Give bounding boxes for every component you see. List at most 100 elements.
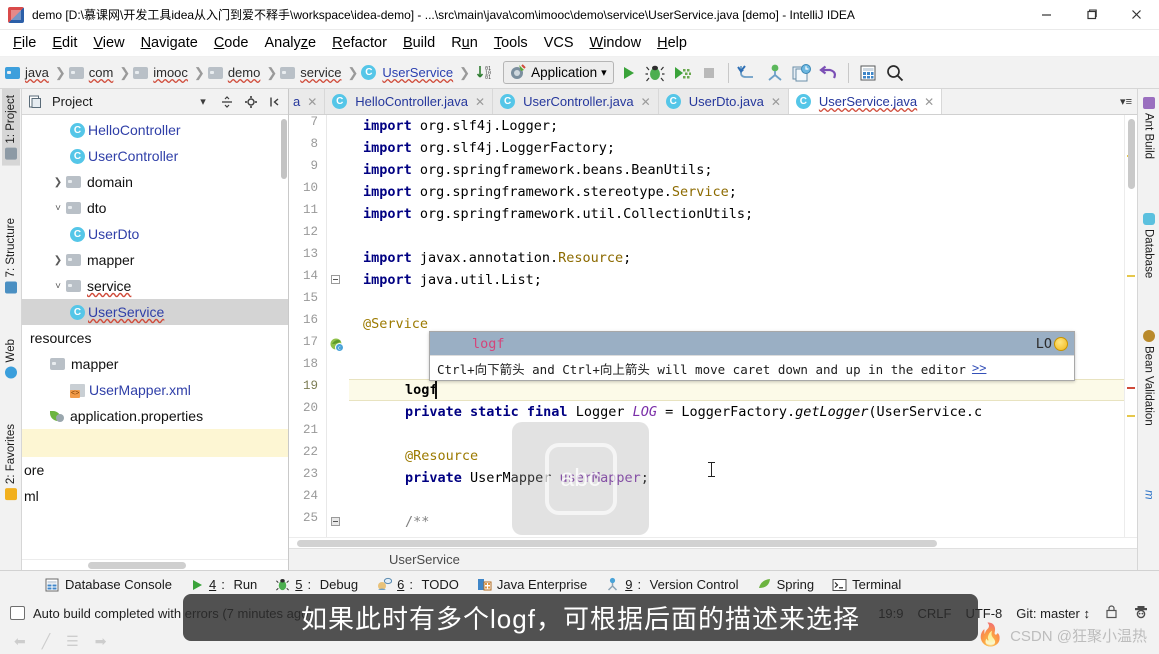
tree-item-usermapper-xml[interactable]: UserMapper.xml	[22, 377, 288, 403]
editor-gutter[interactable]: 7 8 9 10 11 12 13 14 15 16 17 18 19 20 2…	[289, 115, 327, 537]
sidebar-item-maven[interactable]: m	[1140, 484, 1158, 506]
close-icon[interactable]: ✕	[307, 95, 317, 109]
breadcrumb-imooc[interactable]: imooc	[132, 65, 192, 80]
menu-help[interactable]: Help	[650, 33, 694, 53]
close-icon[interactable]: ✕	[924, 95, 934, 109]
toolwindow-run[interactable]: 4: Run	[190, 577, 257, 592]
update-project-icon[interactable]	[735, 60, 761, 86]
stop-icon[interactable]	[696, 60, 722, 86]
editor-marker-column[interactable]	[1124, 115, 1137, 537]
menu-analyze[interactable]: Analyze	[258, 33, 324, 53]
rollback-icon[interactable]	[816, 60, 842, 86]
tree-item-service[interactable]: ˅ service	[22, 273, 288, 299]
expand-arrow-icon[interactable]: ❯	[50, 177, 66, 188]
toolwindow-debug[interactable]: 5: Debug	[275, 577, 358, 592]
tree-item-application-properties[interactable]: application.properties	[22, 403, 288, 429]
breadcrumb-com[interactable]: com	[68, 65, 118, 80]
spring-bean-gutter-icon[interactable]: c	[329, 337, 345, 358]
git-branch[interactable]: Git: master ↕	[1016, 606, 1090, 621]
tree-item-userservice[interactable]: C UserService	[22, 299, 288, 325]
tree-item-highlight-row[interactable]	[22, 429, 288, 457]
toolwindow-java-enterprise[interactable]: Java Enterprise	[477, 577, 587, 592]
menu-vcs[interactable]: VCS	[537, 33, 581, 53]
tree-item-mapper[interactable]: ❯ mapper	[22, 247, 288, 273]
breadcrumb-userservice[interactable]: C UserService	[360, 65, 457, 80]
breadcrumb-service[interactable]: service	[279, 65, 345, 80]
forward-arrow-icon[interactable]: ➡	[95, 633, 107, 650]
tree-item-ml[interactable]: ml	[22, 483, 288, 509]
tree-item-usercontroller[interactable]: C UserController	[22, 143, 288, 169]
tree-item-resources[interactable]: resources	[22, 325, 288, 351]
tree-item-userdto[interactable]: C UserDto	[22, 221, 288, 247]
sidebar-item-favorites[interactable]: 2: Favorites	[2, 418, 20, 506]
sidebar-item-database[interactable]: Database	[1140, 207, 1158, 284]
hector-inspection-icon[interactable]	[1133, 604, 1149, 623]
search-everywhere-icon[interactable]	[882, 60, 908, 86]
lightbulb-icon[interactable]	[1054, 336, 1068, 351]
gear-icon[interactable]	[242, 93, 260, 111]
tab-list-button[interactable]: ▾≡	[1115, 89, 1137, 114]
back-arrow-icon[interactable]: ⬅	[14, 633, 26, 650]
tab-userservice[interactable]: C UserService.java ✕	[788, 89, 943, 114]
project-tree[interactable]: C HelloController C UserController ❯ dom…	[22, 115, 288, 559]
completion-hint-more-link[interactable]: >>	[972, 361, 986, 375]
close-icon[interactable]: ✕	[475, 95, 485, 109]
error-marker[interactable]	[1127, 387, 1135, 389]
close-icon[interactable]: ✕	[641, 95, 651, 109]
expand-arrow-icon[interactable]: ❯	[50, 255, 66, 266]
menu-file[interactable]: File	[6, 33, 43, 53]
collapse-arrow-icon[interactable]: ˅	[50, 203, 66, 214]
menu-edit[interactable]: Edit	[45, 33, 84, 53]
lock-icon[interactable]	[1104, 604, 1119, 622]
project-horizontal-scrollbar[interactable]	[22, 559, 288, 570]
database-icon[interactable]	[855, 60, 881, 86]
collapse-arrow-icon[interactable]: ˅	[50, 281, 66, 292]
editor-horizontal-scrollbar[interactable]	[289, 537, 1137, 548]
editor-icon-gutter[interactable]: c	[327, 115, 349, 537]
tree-item-resources-mapper[interactable]: mapper	[22, 351, 288, 377]
commit-icon[interactable]	[762, 60, 788, 86]
warning-marker[interactable]	[1127, 415, 1135, 417]
menu-window[interactable]: Window	[583, 33, 649, 53]
tab-truncated[interactable]: a ✕	[289, 89, 326, 114]
vcs-history-icon[interactable]	[789, 60, 815, 86]
toolwindow-database-console[interactable]: Database Console	[44, 577, 172, 593]
sidebar-item-bean-validation[interactable]: Bean Validation	[1140, 324, 1158, 432]
editor-bottom-breadcrumb[interactable]: UserService	[289, 548, 1137, 570]
toolwindow-terminal[interactable]: Terminal	[832, 577, 901, 592]
tab-hellocontroller[interactable]: C HelloController.java ✕	[325, 89, 494, 114]
code-editor[interactable]: 7 8 9 10 11 12 13 14 15 16 17 18 19 20 2…	[289, 115, 1137, 537]
sidebar-item-web[interactable]: Web	[2, 333, 20, 384]
minimize-button[interactable]	[1024, 0, 1069, 30]
sidebar-item-project[interactable]: 1: Project	[1, 89, 20, 166]
sidebar-item-ant-build[interactable]: Ant Build	[1140, 91, 1158, 165]
code-text[interactable]: import org.slf4j.Logger; import org.slf4…	[349, 115, 1124, 537]
run-icon[interactable]	[615, 60, 641, 86]
toolwindow-todo[interactable]: 6: TODO	[376, 577, 459, 592]
toolwindow-spring[interactable]: Spring	[757, 577, 814, 592]
close-button[interactable]	[1114, 0, 1159, 30]
menu-refactor[interactable]: Refactor	[325, 33, 394, 53]
menu-build[interactable]: Build	[396, 33, 442, 53]
menu-code[interactable]: Code	[207, 33, 256, 53]
menu-run[interactable]: Run	[444, 33, 485, 53]
toolwindow-version-control[interactable]: 9: Version Control	[605, 577, 739, 592]
collapse-all-icon[interactable]	[218, 93, 236, 111]
tree-item-dto[interactable]: ˅ dto	[22, 195, 288, 221]
project-tree-scrollbar[interactable]	[281, 119, 287, 179]
tree-item-ore[interactable]: ore	[22, 457, 288, 483]
menu-tools[interactable]: Tools	[487, 33, 535, 53]
close-icon[interactable]: ✕	[771, 95, 781, 109]
menu-view[interactable]: View	[86, 33, 131, 53]
run-with-coverage-icon[interactable]	[669, 60, 695, 86]
warning-marker[interactable]	[1127, 275, 1135, 277]
run-configuration-selector[interactable]: Application ▾	[503, 61, 614, 84]
tree-item-hellocontroller[interactable]: C HelloController	[22, 117, 288, 143]
build-status-icon[interactable]	[10, 606, 25, 620]
menu-navigate[interactable]: Navigate	[134, 33, 205, 53]
edit-pencil-icon[interactable]: ╱	[42, 633, 50, 650]
tree-item-domain[interactable]: ❯ domain	[22, 169, 288, 195]
breadcrumb-demo[interactable]: demo	[207, 65, 265, 80]
chevron-down-icon[interactable]: ▾	[194, 93, 212, 111]
debug-icon[interactable]	[642, 60, 668, 86]
